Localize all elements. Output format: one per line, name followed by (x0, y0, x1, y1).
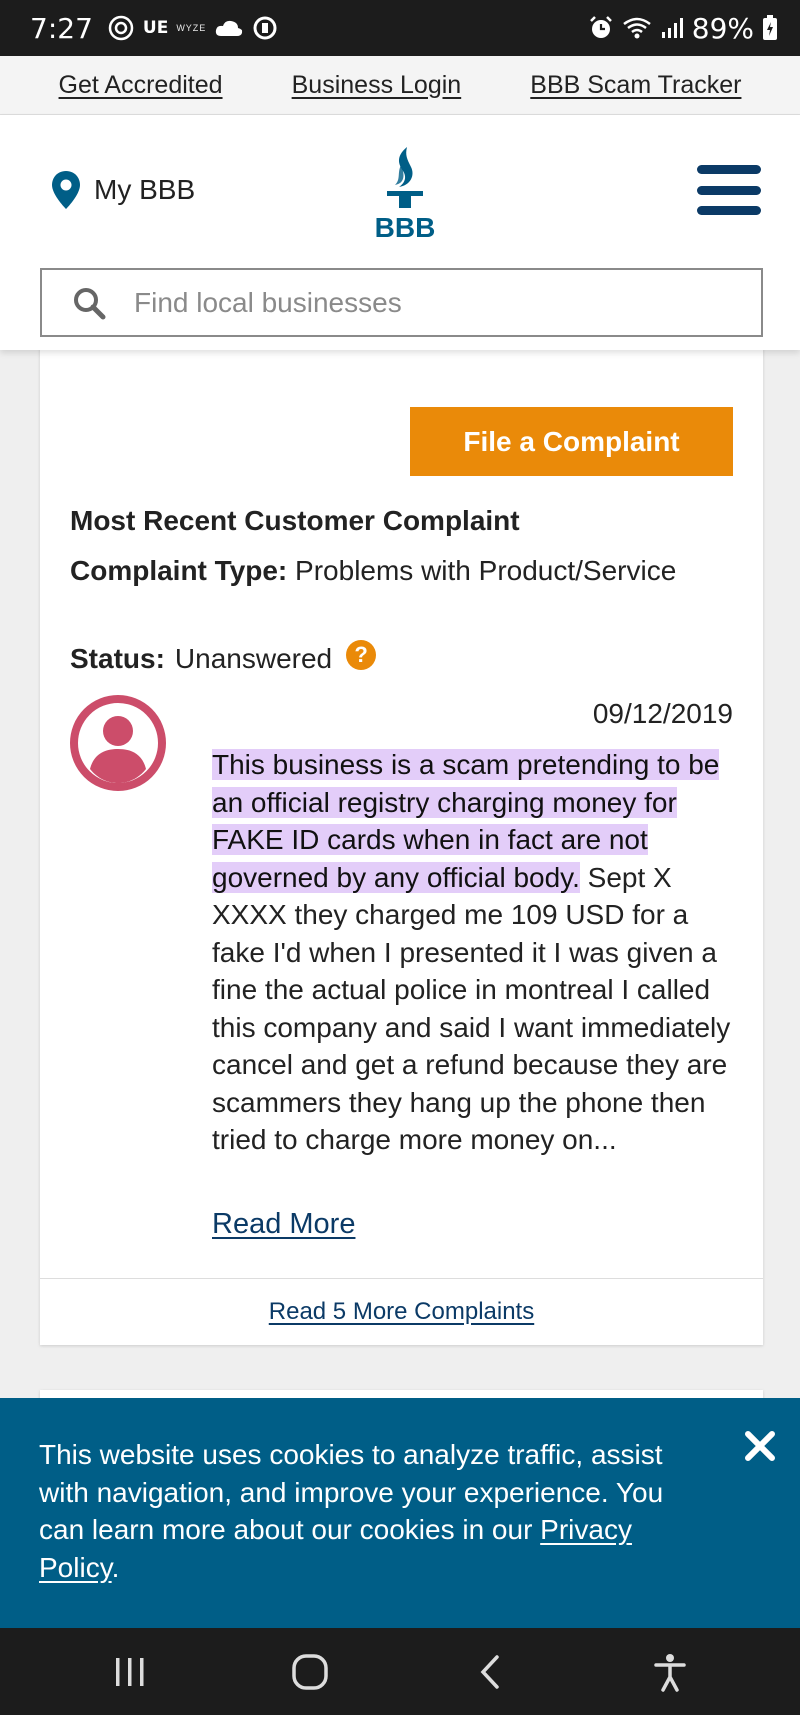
complaint-date: 09/12/2019 (592, 698, 733, 729)
site-header: My BBB BBB (0, 115, 800, 350)
close-icon[interactable] (740, 1426, 780, 1466)
recent-apps-icon (116, 1657, 144, 1686)
help-icon[interactable]: ? (346, 640, 377, 670)
read-more-link[interactable]: Read More (212, 1208, 355, 1241)
bbb-logo[interactable]: BBB (365, 145, 445, 245)
system-nav-bar (0, 1628, 800, 1715)
utility-nav: Get Accredited Business Login BBB Scam T… (0, 56, 800, 115)
recent-complaint-heading: Most Recent Customer Complaint (70, 505, 520, 536)
wifi-icon (623, 17, 651, 39)
at-icon (108, 15, 134, 41)
cookie-banner: This website uses cookies to analyze tra… (0, 1398, 800, 1628)
cloud-sync-icon (216, 20, 243, 36)
bbb-logo-text: BBB (375, 212, 436, 243)
home-icon (292, 1653, 328, 1690)
cookie-suffix: . (111, 1551, 120, 1583)
complaint-text-rest: Sept X XXXX they charged me 109 USD for … (212, 861, 731, 1156)
my-bbb-button[interactable]: My BBB (50, 170, 195, 210)
status-value: Unanswered (174, 643, 333, 674)
map-pin-icon (52, 171, 80, 209)
file-complaint-button[interactable]: File a Complaint (410, 407, 733, 476)
search-box[interactable] (40, 268, 763, 337)
complaint-status: Status: Unanswered ? (70, 640, 377, 675)
complaint-text: This business is a scam pretending to be… (212, 746, 737, 1159)
business-login-link[interactable]: Business Login (292, 71, 462, 100)
complaint-card: File a Complaint Most Recent Customer Co… (40, 300, 763, 1345)
my-bbb-label: My BBB (94, 174, 196, 205)
status-label: Status: (70, 643, 165, 674)
complaint-type-label: Complaint Type: (70, 555, 288, 586)
complaint-type-value: Problems with Product/Service (295, 555, 677, 586)
user-avatar-icon (70, 695, 166, 791)
read-more-complaints-link[interactable]: Read 5 More Complaints (269, 1298, 534, 1326)
recent-apps-button[interactable] (100, 1642, 160, 1702)
cookie-text: This website uses cookies to analyze tra… (39, 1436, 699, 1586)
back-button[interactable] (460, 1642, 520, 1702)
home-button[interactable] (280, 1642, 340, 1702)
card-footer: Read 5 More Complaints (40, 1278, 763, 1345)
clock: 7:27 (30, 11, 93, 45)
accessibility-icon (654, 1653, 686, 1692)
wyze-label: WYZE (176, 23, 207, 33)
get-accredited-link[interactable]: Get Accredited (59, 71, 223, 100)
accessibility-button[interactable] (640, 1642, 700, 1702)
search-input[interactable] (134, 286, 694, 319)
status-bar: 7:27 UE WYZE 89% (0, 0, 800, 56)
scam-tracker-link[interactable]: BBB Scam Tracker (530, 71, 741, 100)
complaint-type: Complaint Type: Problems with Product/Se… (70, 555, 676, 587)
carrier-label: UE (142, 18, 169, 38)
sync-icon (253, 16, 277, 40)
alarm-icon (589, 16, 612, 38)
search-icon (74, 287, 106, 319)
signal-icon (661, 18, 683, 38)
battery-charging-icon (763, 15, 777, 40)
menu-icon[interactable] (697, 165, 761, 215)
back-icon (480, 1654, 499, 1689)
battery-percent: 89% (691, 11, 754, 45)
